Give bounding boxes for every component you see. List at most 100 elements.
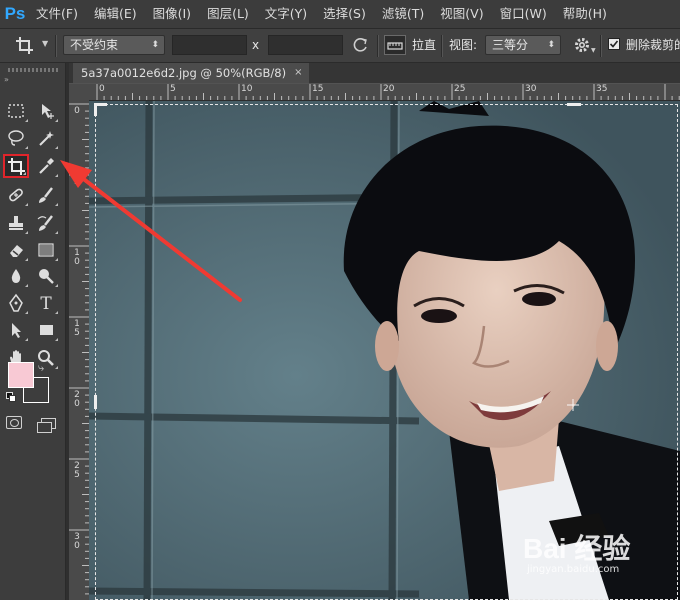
crop-tool[interactable]: [3, 154, 29, 178]
vertical-ruler[interactable]: 0 5 1 0 1 5 2 0 2 5 3 0: [69, 100, 90, 600]
straighten-icon: [387, 42, 403, 50]
ruler-label: 0: [99, 84, 105, 94]
dodge-tool[interactable]: [33, 264, 59, 288]
view-select[interactable]: 三等分 ⬍: [485, 35, 561, 55]
gradient-tool[interactable]: [33, 238, 59, 262]
menu-layer[interactable]: 图层(L): [199, 0, 257, 28]
ruler-ticks: [69, 103, 89, 595]
eyedropper-icon: [39, 158, 54, 174]
checkmark-icon: [609, 40, 619, 48]
view-label: 视图:: [449, 38, 478, 52]
rectangle-tool[interactable]: [33, 318, 59, 342]
eraser-tool[interactable]: [3, 238, 29, 262]
ruler-label: 1 0: [74, 248, 80, 267]
pen-icon: [9, 293, 23, 312]
ratio-select[interactable]: 不受约束 ⬍: [63, 35, 165, 55]
menu-select[interactable]: 选择(S): [315, 0, 374, 28]
menu-filter[interactable]: 滤镜(T): [374, 0, 432, 28]
checkbox-box: [608, 38, 620, 50]
menu-window[interactable]: 窗口(W): [492, 0, 555, 28]
type-tool[interactable]: T: [33, 291, 59, 315]
healing-brush-tool[interactable]: [3, 183, 29, 207]
path-select-tool[interactable]: [3, 318, 29, 342]
divider: [441, 35, 443, 57]
photoshop-logo: Ps: [4, 4, 26, 23]
straighten-button[interactable]: [384, 35, 406, 55]
divider: [55, 35, 57, 57]
settings-button[interactable]: ▼: [572, 35, 596, 55]
move-icon: [42, 104, 54, 119]
horizontal-ruler[interactable]: 0 5 10 15 20 25 30 35: [89, 84, 680, 101]
move-tool[interactable]: [33, 99, 59, 123]
delete-cropped-label: 删除裁剪的: [626, 38, 680, 52]
lasso-tool[interactable]: [3, 126, 29, 150]
dodge-icon: [39, 269, 54, 284]
tool-preset-picker[interactable]: ▼: [14, 35, 50, 55]
menu-type[interactable]: 文字(Y): [257, 0, 315, 28]
document-canvas[interactable]: [89, 101, 680, 600]
marquee-icon: [8, 104, 24, 118]
menu-image[interactable]: 图像(I): [145, 0, 199, 28]
ruler-label: 0: [74, 106, 80, 116]
watermark-url: jingyan.baidu.com: [527, 564, 620, 575]
zoom-tool[interactable]: [33, 346, 59, 370]
options-bar: ▼ 不受约束 ⬍ x 拉直 视图: 三等分 ⬍ ▼ 删除裁剪: [0, 29, 680, 63]
gear-icon: [575, 38, 589, 52]
history-brush-tool[interactable]: [33, 211, 59, 235]
history-brush-icon: [37, 215, 53, 231]
ruler-label: 30: [525, 84, 537, 94]
menu-bar: Ps 文件(F) 编辑(E) 图像(I) 图层(L) 文字(Y) 选择(S) 滤…: [0, 0, 680, 29]
brush-tool[interactable]: [33, 183, 59, 207]
blur-tool[interactable]: [3, 264, 29, 288]
tools-grid: T: [0, 63, 65, 600]
ruler-label: 5: [170, 84, 176, 94]
view-select-value: 三等分: [492, 38, 529, 52]
width-field[interactable]: [172, 35, 247, 55]
svg-text:T: T: [40, 294, 52, 313]
marquee-tool[interactable]: [3, 99, 29, 123]
close-icon[interactable]: ×: [294, 63, 302, 83]
portrait-photo: [89, 101, 680, 600]
ruler-label: 15: [312, 84, 324, 94]
clone-stamp-icon: [9, 216, 23, 230]
menu-file[interactable]: 文件(F): [28, 0, 86, 28]
eraser-icon: [10, 245, 23, 257]
magic-wand-tool[interactable]: [33, 126, 59, 150]
healing-brush-icon: [9, 188, 23, 202]
document-tab[interactable]: 5a37a0012e6d2.jpg @ 50%(RGB/8) ×: [73, 63, 309, 83]
ruler-label: 1 5: [74, 319, 80, 338]
eyedropper-tool[interactable]: [33, 154, 59, 178]
type-icon: T: [40, 294, 52, 313]
default-colors-icon[interactable]: [6, 392, 16, 402]
divider: [377, 35, 379, 57]
rectangle-icon: [40, 325, 53, 335]
divider: [600, 35, 602, 57]
foreground-color-swatch[interactable]: [8, 362, 34, 388]
baidu-watermark: Bai 经验 jingyan.baidu.com: [523, 534, 630, 576]
screen-mode-button[interactable]: [37, 418, 57, 433]
height-field[interactable]: [268, 35, 343, 55]
ruler-label: 5: [74, 177, 80, 187]
rotate-icon: [353, 38, 367, 52]
quick-mask-button[interactable]: [6, 416, 22, 429]
pen-tool[interactable]: [3, 291, 29, 315]
ruler-label: 20: [383, 84, 395, 94]
brush-icon: [39, 187, 53, 203]
ruler-label: 25: [454, 84, 466, 94]
ruler-label: 3 0: [74, 532, 80, 551]
menu-help[interactable]: 帮助(H): [555, 0, 615, 28]
document-tab-bar: 5a37a0012e6d2.jpg @ 50%(RGB/8) ×: [69, 63, 680, 83]
straighten-label: 拉直: [412, 38, 437, 52]
swap-button[interactable]: [351, 35, 371, 55]
crop-icon: [16, 37, 33, 54]
menu-view[interactable]: 视图(V): [432, 0, 491, 28]
updown-arrow-icon: ⬍: [151, 40, 159, 50]
delete-cropped-checkbox[interactable]: [608, 35, 622, 55]
ruler-label: 2 5: [74, 461, 80, 480]
chevron-down-icon: ▼: [591, 47, 596, 54]
ruler-origin[interactable]: [69, 84, 89, 100]
swap-colors-icon[interactable]: ⤷: [38, 361, 44, 375]
x-separator: x: [252, 38, 260, 52]
menu-edit[interactable]: 编辑(E): [86, 0, 145, 28]
clone-stamp-tool[interactable]: [3, 211, 29, 235]
